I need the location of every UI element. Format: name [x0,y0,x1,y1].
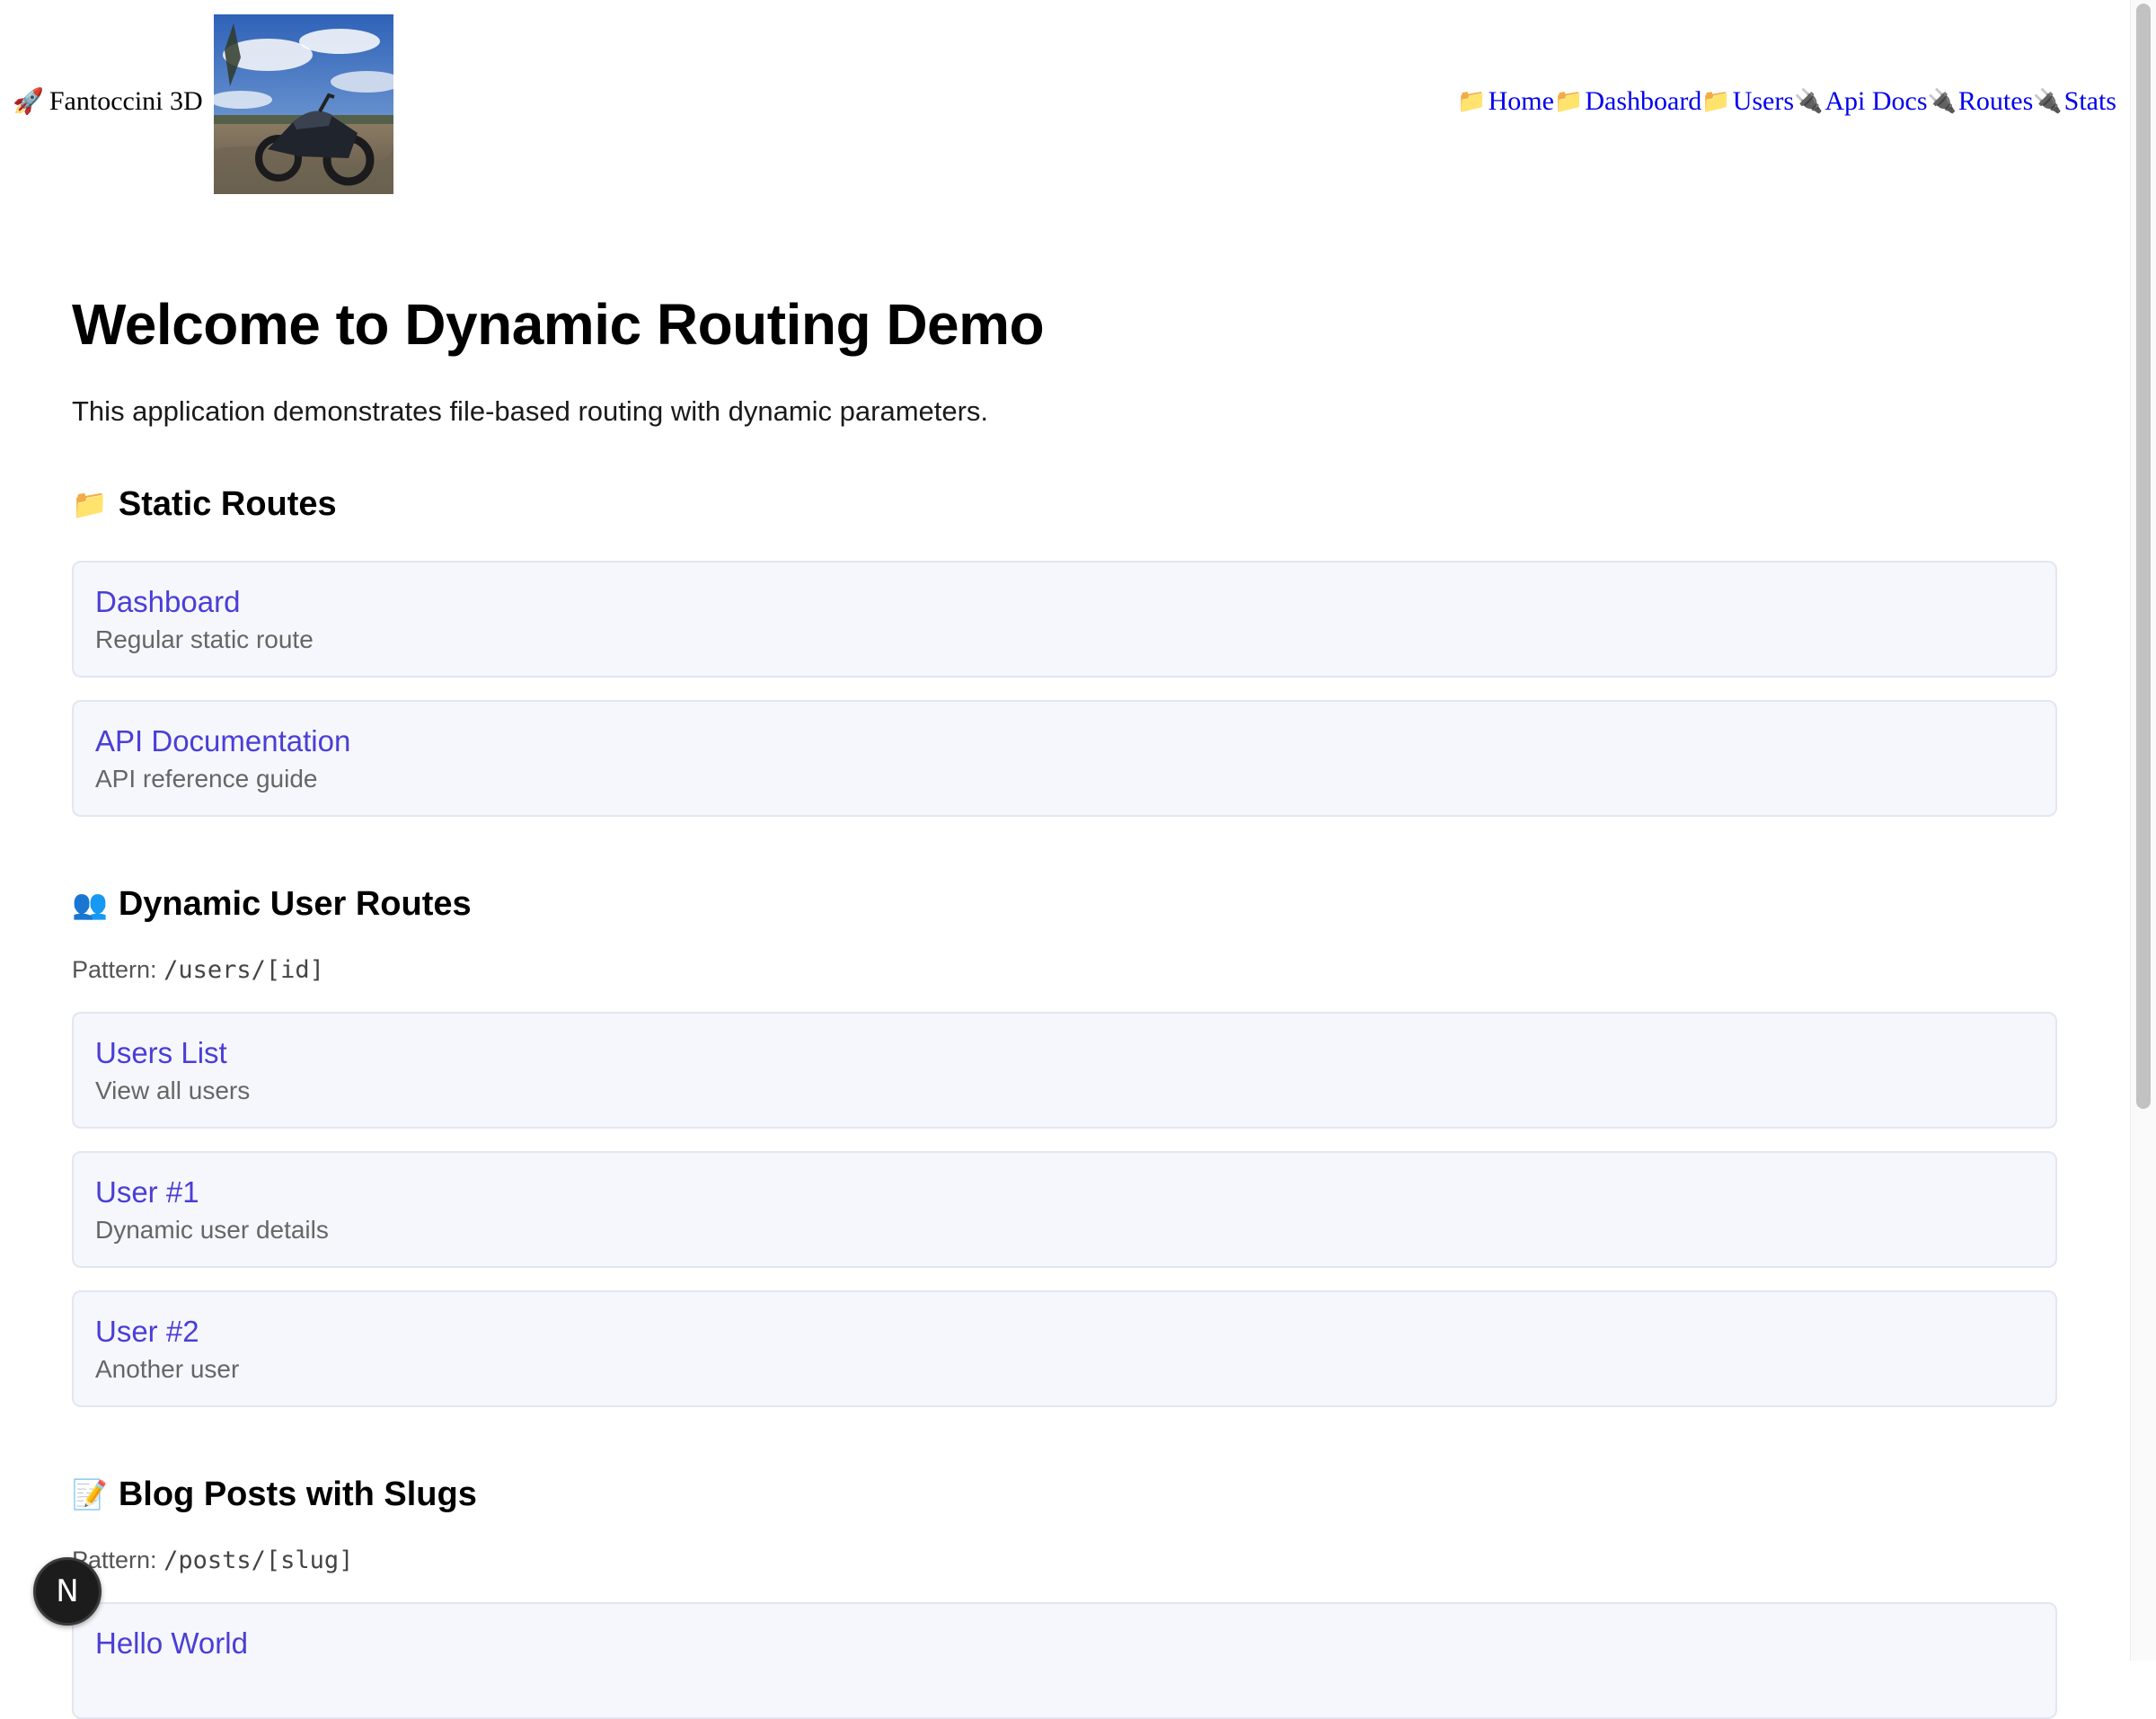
route-pattern-blog: Pattern: /posts/[slug] [72,1546,354,1574]
top-nav: 📁 Home 📁 Dashboard 📁 Users 🔌 Api Docs 🔌 Route… [1457,86,2116,117]
route-card-title[interactable]: Users List [95,1033,2034,1073]
site-header: 🚀 Fantoccini 3D 📁 Home 📁 Dashboard 📁 Use… [0,0,2131,207]
folder-icon: 📁 [1701,88,1731,114]
next-logo-icon: N [56,1573,79,1609]
nav-users[interactable]: 📁 Users [1701,86,1794,117]
route-card-title[interactable]: User #2 [95,1312,2034,1351]
route-card-desc: API reference guide [95,765,318,793]
pattern-code: /users/[id] [163,956,324,984]
nav-dashboard[interactable]: 📁 Dashboard [1554,86,1701,117]
route-card-title[interactable]: API Documentation [95,722,2034,761]
plug-icon: 🔌 [1794,88,1824,114]
page-scrollbar[interactable] [2130,0,2156,1661]
plug-icon: 🔌 [1927,88,1957,114]
section-heading-users: 👥 Dynamic User Routes [72,882,2057,926]
page-lead: This application demonstrates file-based… [72,395,989,427]
motorcycle-photo [214,14,393,194]
route-card-user-2[interactable]: User #2 Another user [72,1290,2057,1407]
nav-home[interactable]: 📁 Home [1457,86,1554,117]
route-card-user-1[interactable]: User #1 Dynamic user details [72,1151,2057,1268]
brand-name: Fantoccini 3D [49,86,203,116]
section-heading-blog: 📝 Blog Posts with Slugs [72,1472,2057,1517]
main-content: Welcome to Dynamic Routing Demo This app… [72,288,2057,1719]
route-card-desc: Another user [95,1355,240,1383]
nav-api-docs[interactable]: 🔌 Api Docs [1794,86,1928,117]
route-card-title[interactable]: User #1 [95,1173,2034,1212]
plug-icon: 🔌 [2033,88,2063,114]
nextjs-dev-tools-button[interactable]: N [33,1557,102,1626]
route-card-api-documentation[interactable]: API Documentation API reference guide [72,700,2057,817]
folder-icon: 📁 [1553,88,1584,114]
folder-icon: 📁 [72,488,108,520]
route-card-hello-world[interactable]: Hello World [72,1602,2057,1719]
route-card-title[interactable]: Dashboard [95,582,2034,622]
scrollbar-thumb[interactable] [2136,4,2151,1109]
route-card-desc: Regular static route [95,625,314,653]
brand[interactable]: 🚀 Fantoccini 3D [13,86,203,117]
rocket-icon: 🚀 [13,88,44,116]
page-title: Welcome to Dynamic Routing Demo [72,292,1045,357]
route-card-desc: Dynamic user details [95,1216,329,1244]
route-pattern-users: Pattern: /users/[id] [72,956,324,984]
pattern-code: /posts/[slug] [163,1546,354,1574]
route-card-dashboard[interactable]: Dashboard Regular static route [72,561,2057,678]
memo-icon: 📝 [72,1478,108,1511]
route-card-users-list[interactable]: Users List View all users [72,1012,2057,1129]
nav-routes[interactable]: 🔌 Routes [1928,86,2034,117]
nav-stats[interactable]: 🔌 Stats [2033,86,2116,117]
route-card-title[interactable]: Hello World [95,1624,2034,1663]
route-card-desc: View all users [95,1077,251,1104]
folder-icon: 📁 [1457,88,1487,114]
users-icon: 👥 [72,888,108,920]
section-heading-static: 📁 Static Routes [72,482,2057,527]
